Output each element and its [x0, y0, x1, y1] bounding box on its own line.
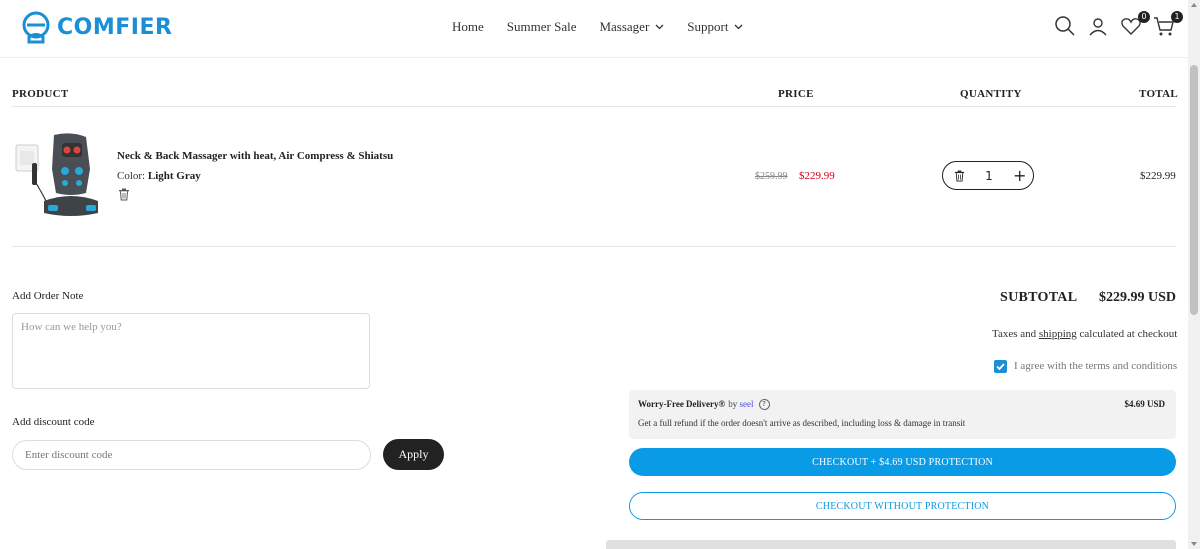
chevron-down-icon [735, 24, 743, 30]
logo-icon [22, 11, 50, 44]
shipping-link[interactable]: shipping [1039, 328, 1077, 340]
subtotal-value: $229.99 USD [1099, 290, 1177, 305]
discount-label: Add discount code [12, 416, 95, 428]
scroll-up-arrow-icon[interactable] [1191, 3, 1197, 7]
checkmark-icon [996, 363, 1005, 371]
quantity-stepper: 1 + [942, 161, 1034, 190]
order-note-label: Add Order Note [12, 290, 84, 302]
line-total: $229.99 [1140, 170, 1176, 182]
checkout-with-protection-button[interactable]: CHECKOUT + $4.69 USD PROTECTION [629, 448, 1176, 476]
apply-discount-button[interactable]: Apply [383, 439, 444, 470]
discount-code-input[interactable] [12, 440, 371, 470]
nav-support-label: Support [687, 19, 729, 34]
protection-title: Worry-Free Delivery® [638, 399, 726, 409]
nav-support[interactable]: Support [687, 19, 743, 35]
product-variant: Color: Light Gray [117, 170, 201, 182]
scrollbar-thumb[interactable] [1190, 65, 1198, 315]
nav-massager[interactable]: Massager [599, 19, 664, 35]
protection-title-row: Worry-Free Delivery® by seel? [638, 399, 770, 411]
cart-count-badge: 1 [1171, 11, 1183, 23]
chevron-down-icon [655, 24, 664, 30]
taxes-note: Taxes and shipping calculated at checkou… [992, 328, 1177, 340]
product-name[interactable]: Neck & Back Massager with heat, Air Comp… [117, 150, 393, 162]
main-nav: Home Summer Sale Massager Support [452, 19, 766, 35]
nav-summer-sale[interactable]: Summer Sale [507, 19, 577, 35]
cart-button[interactable]: 1 [1153, 11, 1183, 39]
brand-logo[interactable]: COMFIER [19, 10, 172, 44]
quantity-trash-icon[interactable] [954, 170, 965, 182]
protection-widget: Worry-Free Delivery® by seel? $4.69 USD G… [629, 390, 1176, 439]
column-header-price: PRICE [778, 88, 814, 100]
remove-item-trash-icon[interactable] [118, 188, 130, 201]
help-question-icon[interactable]: ? [758, 399, 770, 411]
site-header: COMFIER Home Summer Sale Massager Suppor… [0, 0, 1188, 58]
quantity-value[interactable]: 1 [983, 169, 995, 183]
terms-checkbox[interactable] [994, 360, 1007, 373]
seel-brand[interactable]: seel [740, 399, 754, 409]
column-header-total: TOTAL [1139, 88, 1178, 100]
brand-name: COMFIER [57, 14, 173, 40]
checkout-without-protection-button[interactable]: CHECKOUT WITHOUT PROTECTION [629, 492, 1176, 520]
account-button[interactable] [1087, 15, 1111, 39]
wishlist-count-badge: 0 [1138, 11, 1150, 23]
taxes-prefix: Taxes and [992, 328, 1039, 340]
nav-summer-sale-label: Summer Sale [506, 19, 577, 34]
header-divider [12, 106, 1176, 107]
price-original: $259.99 [755, 171, 788, 182]
item-divider [12, 246, 1176, 247]
increase-quantity-plus-icon[interactable]: + [1013, 166, 1026, 185]
column-header-product: PRODUCT [12, 88, 69, 100]
nav-home[interactable]: Home [452, 19, 484, 35]
variant-label: Color: [117, 170, 146, 182]
variant-value: Light Gray [147, 170, 201, 182]
protection-by: by [728, 399, 738, 409]
search-button[interactable] [1054, 15, 1078, 39]
wishlist-button[interactable]: 0 [1120, 11, 1150, 39]
subtotal-label: SUBTOTAL [1000, 290, 1078, 305]
header-actions: 0 1 [1054, 11, 1186, 39]
taxes-suffix: calculated at checkout [1076, 328, 1178, 340]
order-note-textarea[interactable] [12, 313, 370, 389]
column-header-quantity: QUANTITY [960, 88, 1022, 100]
terms-label[interactable]: I agree with the terms and conditions [1014, 360, 1177, 372]
protection-description: Get a full refund if the order doesn't a… [638, 418, 966, 428]
nav-home-label: Home [452, 19, 484, 34]
page-scrollbar[interactable] [1188, 0, 1200, 549]
bottom-panel-edge [606, 540, 1176, 549]
scroll-down-arrow-icon[interactable] [1191, 542, 1197, 546]
user-icon [1089, 18, 1107, 36]
search-icon [1055, 16, 1075, 36]
protection-price: $4.69 USD [1124, 399, 1165, 409]
price-sale: $229.99 [799, 170, 835, 182]
product-image[interactable] [14, 131, 104, 221]
nav-massager-label: Massager [599, 19, 650, 34]
